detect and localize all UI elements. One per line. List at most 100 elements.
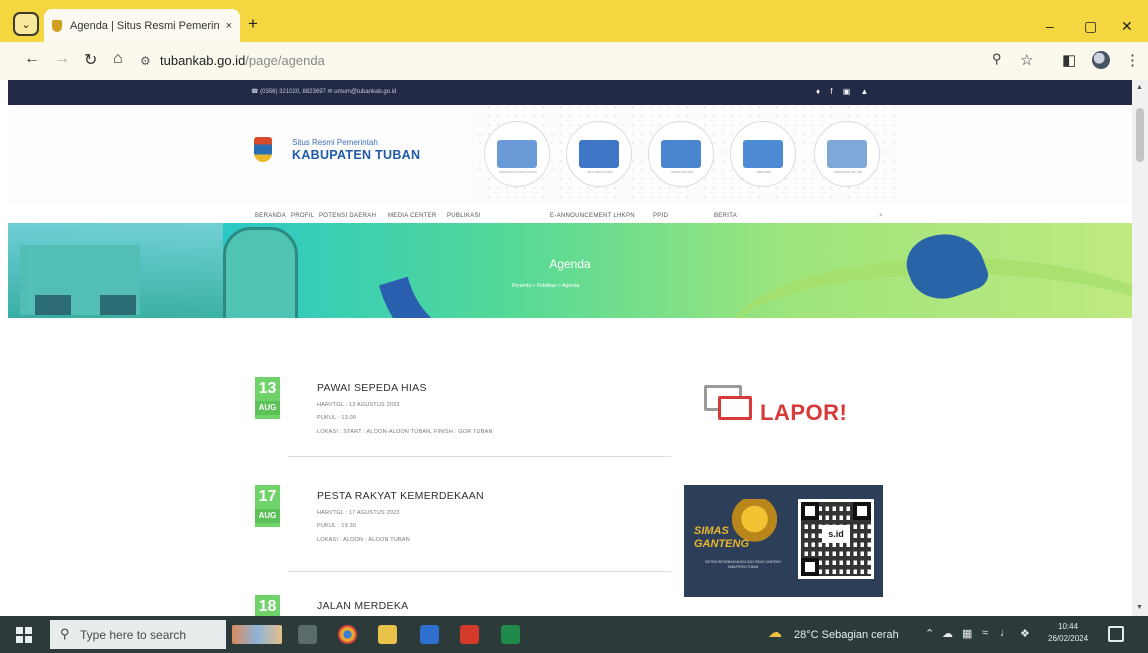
chrome-icon[interactable]: [338, 625, 357, 644]
date-badge: 17 AUG: [255, 485, 280, 527]
date-badge: 13 AUG: [255, 377, 280, 419]
tab-search-icon[interactable]: ⌄: [13, 12, 39, 36]
meet-now-icon[interactable]: ▦: [962, 627, 972, 640]
profile-icon[interactable]: [1092, 51, 1110, 69]
agenda-title[interactable]: PAWAI SEPEDA HIAS: [317, 382, 427, 394]
scroll-down-icon[interactable]: ▼: [1136, 604, 1143, 611]
service-info-pelayanan[interactable]: INFO PELAYANAN: [566, 121, 632, 187]
page-title: Agenda: [549, 257, 591, 271]
pdf-reader-icon[interactable]: [460, 625, 479, 644]
service-surat-online[interactable]: SURAT ONLINE: [648, 121, 714, 187]
file-explorer-icon[interactable]: [378, 625, 397, 644]
agenda-item[interactable]: 17 AUG PESTA RAKYAT KEMERDEKAAN HARI/TGL…: [251, 485, 671, 575]
taskbar-clock[interactable]: 10:44 26/02/2024: [1048, 621, 1088, 645]
browser-tab[interactable]: Agenda | Situs Resmi Pemerint ×: [44, 9, 240, 42]
service-caption: WEB MAIL: [756, 170, 772, 174]
nav-beranda[interactable]: BERANDA: [255, 213, 286, 219]
agenda-title[interactable]: JALAN MERDEKA: [317, 600, 408, 612]
zoom-icon[interactable]: ⚲: [992, 51, 1002, 67]
nav-media-center[interactable]: MEDIA CENTER: [388, 213, 437, 219]
qr-code-icon: s.id: [798, 499, 874, 579]
logo-subtitle[interactable]: Situs Resmi Pemerintah: [292, 138, 378, 147]
reload-icon[interactable]: ↻: [84, 50, 97, 70]
agenda-location: LOKASI : ALOON - ALOON TUBAN: [317, 537, 410, 543]
excel-icon[interactable]: [501, 625, 520, 644]
onedrive-icon[interactable]: ☁: [942, 627, 953, 640]
close-button[interactable]: ✕: [1121, 18, 1133, 35]
page-scrollbar[interactable]: ▲ ▼: [1132, 80, 1148, 616]
agenda-item[interactable]: 13 AUG PAWAI SEPEDA HIAS HARI/TGL : 13 A…: [251, 377, 671, 457]
scroll-up-icon[interactable]: ▲: [1136, 84, 1143, 91]
nav-profil[interactable]: PROFIL: [291, 213, 314, 219]
tuban-emblem-icon[interactable]: [254, 137, 272, 162]
logo-title[interactable]: KABUPATEN TUBAN: [292, 148, 420, 162]
forward-icon[interactable]: →: [54, 50, 70, 68]
tab-title: Agenda | Situs Resmi Pemerint: [70, 19, 220, 32]
contact-info[interactable]: ☎ (0356) 321020, 8823697 ✉ umum@tubankab…: [251, 88, 396, 95]
windows-start-icon[interactable]: [16, 627, 32, 643]
network-icon[interactable]: ≈: [982, 627, 988, 639]
word-icon[interactable]: [420, 625, 439, 644]
nav-ppid[interactable]: PPID: [653, 213, 668, 219]
nav-e-announcement[interactable]: E-ANNOUNCEMENT LHKPN: [550, 213, 635, 219]
service-perizinan[interactable]: PERIZINAN ONLINE: [814, 121, 880, 187]
minimize-button[interactable]: –: [1046, 18, 1054, 34]
mail-envelope-icon: [743, 140, 783, 168]
site-info-icon[interactable]: ⚙: [140, 54, 151, 68]
nav-search-icon[interactable]: ⌕: [879, 212, 883, 220]
volume-icon[interactable]: ♩: [1000, 627, 1011, 639]
maximize-button[interactable]: ▢: [1084, 18, 1097, 35]
date-day: 17: [258, 488, 277, 505]
back-icon[interactable]: ←: [24, 50, 40, 68]
simas-ganteng-banner[interactable]: SIMAS GANTENG SISTEM INFORMASI ANGKUTAN S…: [684, 485, 883, 597]
task-view-icon[interactable]: [298, 625, 317, 644]
breadcrumb[interactable]: Beranda > Publikasi > Agenda: [512, 283, 579, 289]
qr-label: s.id: [822, 525, 850, 543]
star-icon[interactable]: ☆: [1020, 51, 1033, 69]
simas-title-line1: SIMAS: [694, 525, 729, 537]
menu-icon[interactable]: ⋮: [1125, 51, 1140, 69]
service-caption: INFO PELAYANAN: [587, 170, 613, 174]
sidepanel-icon[interactable]: ◧: [1062, 51, 1076, 69]
language-icon[interactable]: ❖: [1020, 627, 1030, 640]
date-month: AUG: [255, 401, 280, 415]
banner-building-window: [100, 295, 136, 315]
date-month: AUG: [255, 509, 280, 523]
nav-berita[interactable]: BERITA: [714, 213, 737, 219]
scroll-thumb[interactable]: [1136, 108, 1144, 162]
notification-icon[interactable]: [1108, 626, 1124, 642]
agenda-title[interactable]: PESTA RAKYAT KEMERDEKAAN: [317, 490, 484, 502]
nav-potensi-daerah[interactable]: POTENSI DAERAH: [319, 213, 376, 219]
agenda-item[interactable]: 18 JALAN MERDEKA: [251, 595, 671, 616]
new-tab-button[interactable]: +: [248, 14, 258, 34]
web-page: ☎ (0356) 321020, 8823697 ✉ umum@tubankab…: [8, 80, 1132, 616]
taskbar-search-placeholder: Type here to search: [80, 628, 187, 642]
address-bar[interactable]: tubankab.go.id/page/agenda: [160, 53, 325, 68]
agenda-time: PUKUL : 13.00: [317, 415, 357, 421]
date-day: 13: [258, 380, 277, 397]
tray-chevron-icon[interactable]: ⌃: [925, 627, 934, 640]
page-banner: Agenda Beranda > Publikasi > Agenda: [8, 223, 1132, 318]
nav-publikasi[interactable]: PUBLIKASI: [447, 213, 481, 219]
service-pengaduan[interactable]: PENGADUAN PELAYANAN: [484, 121, 550, 187]
weather-icon[interactable]: ☁: [768, 624, 782, 641]
tab-close-icon[interactable]: ×: [226, 20, 232, 32]
search-icon: ⚲: [60, 626, 70, 641]
taskbar-search-input[interactable]: ⚲ Type here to search: [50, 620, 226, 649]
service-caption: SURAT ONLINE: [671, 170, 693, 174]
clock-time: 10:44: [1058, 622, 1079, 631]
browser-titlebar: ⌄ Agenda | Situs Resmi Pemerint × + – ▢ …: [0, 0, 1148, 42]
agenda-date: HARI/TGL : 13 AGUSTUS 2023: [317, 402, 400, 408]
home-icon[interactable]: ⌂: [113, 50, 123, 68]
social-links[interactable]: ♦ f ▣ ▲: [816, 87, 872, 96]
simas-subtitle: SISTEM INFORMASI ANGKUTAN SIDAS GANTENG …: [705, 560, 781, 569]
agenda-time: PUKUL : 19.30: [317, 523, 357, 529]
simas-title: SIMAS GANTENG: [694, 525, 749, 551]
windows-taskbar: ⚲ Type here to search ☁ 28°C Sebagian ce…: [0, 616, 1148, 653]
lapor-banner[interactable]: LAPOR!: [700, 385, 880, 437]
search-highlight-image[interactable]: [232, 625, 282, 644]
service-web-mail[interactable]: WEB MAIL: [730, 121, 796, 187]
weather-text[interactable]: 28°C Sebagian cerah: [794, 629, 899, 641]
office-icon: [661, 140, 701, 168]
site-topbar: ☎ (0356) 321020, 8823697 ✉ umum@tubankab…: [8, 80, 1132, 105]
